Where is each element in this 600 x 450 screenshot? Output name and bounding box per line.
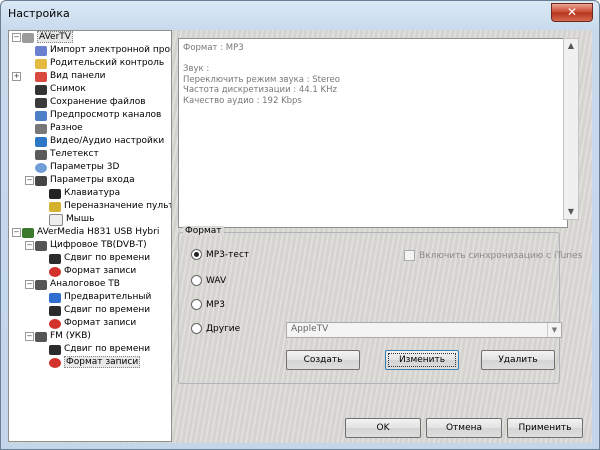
radio-dot xyxy=(191,275,202,286)
panel-icon xyxy=(35,71,47,82)
tree-item[interactable]: Параметры входа xyxy=(35,174,135,187)
tree-item[interactable]: Видео/Аудио настройки xyxy=(35,135,164,148)
lock-icon xyxy=(35,58,47,69)
close-button[interactable]: ✕ xyxy=(551,3,593,22)
tree-item[interactable]: Вид панели xyxy=(35,70,106,83)
record-icon xyxy=(49,266,61,277)
info-line: Частота дискретизации : 44.1 KHz xyxy=(183,85,337,95)
tools-icon xyxy=(35,136,47,147)
device-icon xyxy=(22,227,34,238)
collapse-icon[interactable]: − xyxy=(25,241,34,250)
mouse-icon xyxy=(49,213,63,226)
info-line: Формат : MP3 xyxy=(183,43,244,53)
tree-item[interactable]: Предпросмотр каналов xyxy=(35,109,161,122)
radio-dot-selected xyxy=(191,249,202,260)
tree-item-selected[interactable]: Формат записи xyxy=(49,356,141,369)
camera-icon xyxy=(35,84,47,95)
format-info-box: Формат : MP3 Звук : Переключить режим зв… xyxy=(178,38,568,228)
collapse-icon[interactable]: − xyxy=(12,228,21,237)
scroll-up-icon[interactable]: ▲ xyxy=(564,39,578,53)
tree-item[interactable]: Предварительный xyxy=(49,291,151,304)
delete-button[interactable]: Удалить xyxy=(481,350,555,370)
tree-item[interactable]: Родительский контроль xyxy=(35,57,164,70)
check-icon xyxy=(49,292,61,303)
chevron-down-icon[interactable]: ▼ xyxy=(547,323,561,337)
collapse-icon[interactable]: − xyxy=(25,176,34,185)
apply-button[interactable]: Применить xyxy=(507,418,583,438)
remote-icon xyxy=(49,201,61,212)
tv-icon xyxy=(35,240,47,251)
eye-icon xyxy=(35,110,47,121)
tree-item[interactable]: Снимок xyxy=(35,83,86,96)
tree-item[interactable]: Параметры 3D xyxy=(35,161,119,174)
tree-item[interactable]: Аналоговое ТВ xyxy=(35,278,120,291)
format-combo[interactable]: AppleTV ▼ xyxy=(286,322,562,338)
window-title: Настройка xyxy=(8,7,70,20)
collapse-icon[interactable]: − xyxy=(12,33,21,42)
disk-icon xyxy=(35,97,47,108)
tree-item[interactable]: AVerMedia H831 USB Hybri xyxy=(22,226,159,239)
create-button[interactable]: Создать xyxy=(286,350,360,370)
dialog-body: − AVerTV Импорт электронной прогр Родите… xyxy=(8,30,592,443)
tree-item[interactable]: FM (УКВ) xyxy=(35,330,91,343)
3d-icon xyxy=(35,162,47,173)
radio-dot xyxy=(191,323,202,334)
checkbox-box xyxy=(404,250,415,261)
tree-item[interactable]: Разное xyxy=(35,122,83,135)
ok-button[interactable]: OK xyxy=(345,418,421,438)
close-icon: ✕ xyxy=(566,5,578,19)
title-bar: Настройка ✕ xyxy=(1,1,599,27)
input-icon xyxy=(35,175,47,186)
radio-mp3-test[interactable]: MP3-тест xyxy=(191,249,249,260)
tree-item[interactable]: Сохранение файлов xyxy=(35,96,146,109)
teletext-icon xyxy=(35,149,47,160)
info-line: Звук : xyxy=(183,64,210,74)
info-scrollbar[interactable]: ▲ ▼ xyxy=(563,38,579,220)
tree-item[interactable]: Сдвиг по времени xyxy=(49,343,150,356)
keyboard-icon xyxy=(49,188,61,199)
app-icon xyxy=(22,32,34,43)
radio-icon xyxy=(35,331,47,342)
radio-wav[interactable]: WAV xyxy=(191,275,226,286)
tree-item[interactable]: Клавиатура xyxy=(49,187,120,200)
tree-item[interactable]: Формат записи xyxy=(49,317,136,330)
timeshift-icon xyxy=(49,253,61,264)
itunes-sync-checkbox[interactable]: Включить синхронизацию с iTunes xyxy=(404,250,582,261)
settings-tree[interactable]: − AVerTV Импорт электронной прогр Родите… xyxy=(8,30,172,442)
expand-icon[interactable]: + xyxy=(12,72,21,81)
tree-item[interactable]: Импорт электронной прогр xyxy=(35,44,171,57)
tree-item-avertv[interactable]: AVerTV xyxy=(22,31,73,44)
tree-item[interactable]: Формат записи xyxy=(49,265,136,278)
record-icon xyxy=(49,318,61,329)
radio-other[interactable]: Другие xyxy=(191,323,240,334)
edit-button[interactable]: Изменить xyxy=(385,350,459,370)
info-line: Качество аудио : 192 Kbps xyxy=(183,95,302,106)
collapse-icon[interactable]: − xyxy=(25,332,34,341)
tree-item[interactable]: Сдвиг по времени xyxy=(49,252,150,265)
info-line xyxy=(183,54,563,65)
tv-icon xyxy=(35,279,47,290)
collapse-icon[interactable]: − xyxy=(25,280,34,289)
tree-item[interactable]: Сдвиг по времени xyxy=(49,304,150,317)
tree-item[interactable]: Цифровое ТВ(DVB-T) xyxy=(35,239,147,252)
tree-item[interactable]: Телетекст xyxy=(35,148,99,161)
radio-dot xyxy=(191,299,202,310)
settings-window: Настройка ✕ − AVerTV Импорт электронной … xyxy=(0,0,600,450)
format-group-title: Формат xyxy=(183,226,224,236)
misc-icon xyxy=(35,123,47,134)
tree-item[interactable]: Переназначение пульт xyxy=(49,200,171,213)
tree-item[interactable]: Мышь xyxy=(49,213,94,226)
cancel-button[interactable]: Отмена xyxy=(426,418,502,438)
scroll-down-icon[interactable]: ▼ xyxy=(564,205,578,219)
info-line: Переключить режим звука : Stereo xyxy=(183,74,340,85)
timeshift-icon xyxy=(49,344,61,355)
record-icon xyxy=(49,357,61,368)
timeshift-icon xyxy=(49,305,61,316)
radio-mp3[interactable]: MP3 xyxy=(191,299,225,310)
import-icon xyxy=(35,45,47,56)
